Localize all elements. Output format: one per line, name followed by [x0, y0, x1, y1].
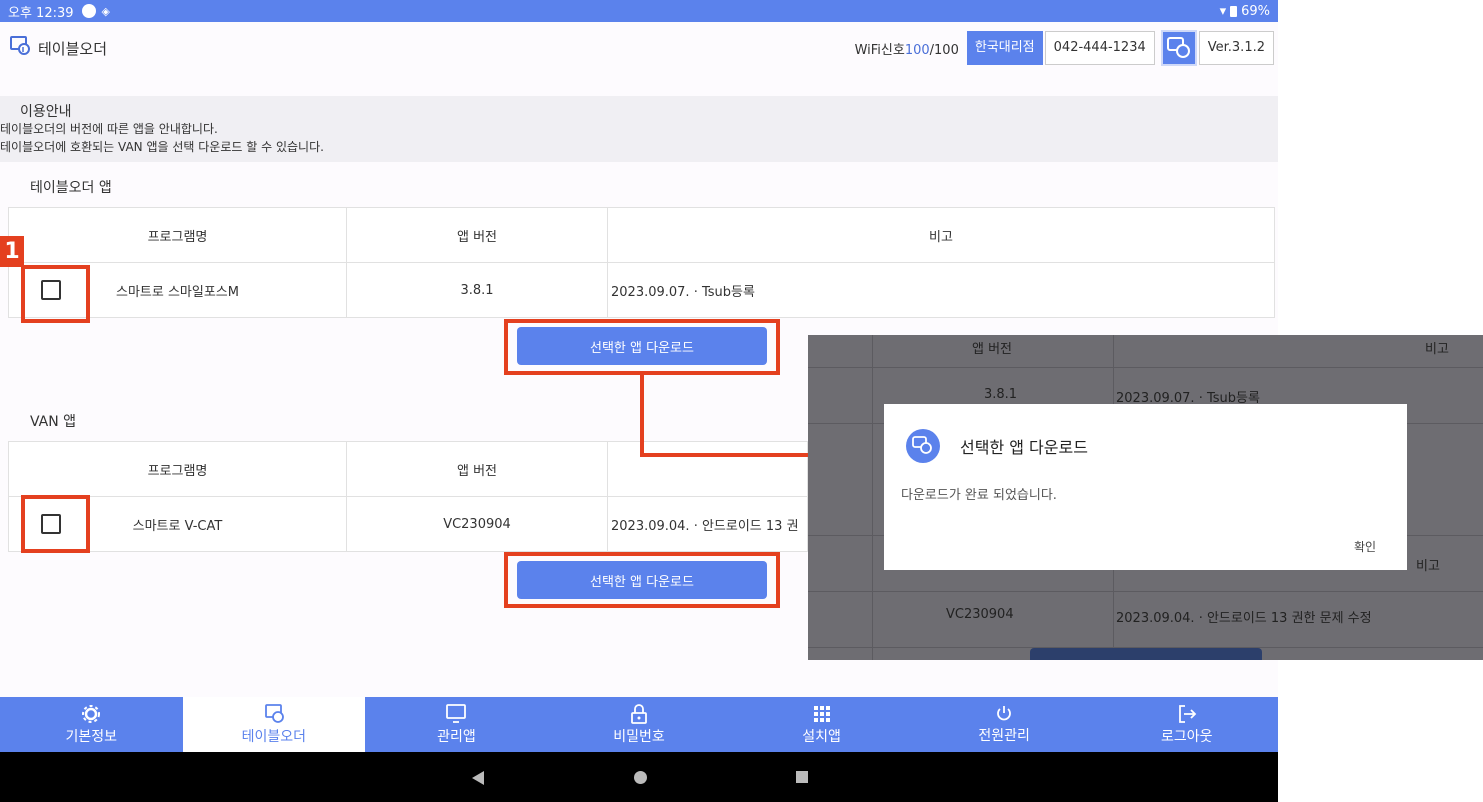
wifi-signal: WiFi신호100/100	[847, 39, 967, 58]
recents-icon[interactable]	[796, 771, 808, 783]
wifi-label: WiFi신호	[854, 42, 905, 58]
bottom-navigation: 기본정보 테이블오더 관리앱 비밀번호 설치앱 전원관리 로그아웃	[0, 697, 1278, 752]
nav-item-basic-info[interactable]: 기본정보	[0, 697, 183, 752]
nav-label: 테이블오더	[241, 728, 307, 745]
app-version: VC230904	[346, 496, 608, 552]
back-icon[interactable]	[472, 771, 484, 785]
dialog-title: 선택한 앱 다운로드	[960, 438, 1088, 457]
download-complete-dialog: 선택한 앱 다운로드 다운로드가 완료 되었습니다. 확인	[884, 404, 1407, 570]
bg-download-button	[1030, 648, 1262, 660]
notice-line: 테이블오더에 호환되는 VAN 앱을 선택 다운로드 할 수 있습니다.	[0, 140, 324, 154]
bg-row-note: 2023.09.04. · 안드로이드 13 권한 문제 수정	[1116, 611, 1372, 626]
notice-heading: 이용안내	[20, 104, 72, 120]
monitor-icon	[446, 703, 467, 723]
record-icon	[81, 4, 96, 18]
page-title-text: 테이블오더	[38, 39, 108, 58]
wifi-max: /100	[929, 42, 959, 58]
bg-header-version: 앱 버전	[972, 342, 1013, 357]
bg-row-version: VC230904	[946, 607, 1014, 622]
app-bar: 테이블오더 WiFi신호100/100 한국대리점 042-444-1234 V…	[0, 22, 1278, 74]
column-header: 비고	[607, 207, 1275, 263]
nav-label: 비밀번호	[613, 728, 665, 745]
status-bar: 오후 12:39 ◈ ▾ 69%	[0, 0, 1278, 22]
nav-item-password[interactable]: 비밀번호	[548, 697, 731, 752]
nav-label: 전원관리	[978, 727, 1030, 744]
tableorder-app-table: 프로그램명 앱 버전 비고 스마트로 스마일포스M 3.8.1 2023.09.…	[8, 207, 1275, 318]
app-note: 2023.09.04. · 안드로이드 13 권	[607, 496, 808, 552]
nav-item-table-order[interactable]: 테이블오더	[182, 697, 366, 752]
nav-item-installed-apps[interactable]: 설치앱	[730, 697, 913, 752]
home-icon[interactable]	[634, 771, 647, 784]
dialog-message: 다운로드가 완료 되었습니다.	[901, 488, 1057, 503]
highlight-checkbox-1	[21, 265, 90, 323]
logout-icon	[1178, 704, 1197, 723]
program-name: 스마트로 V-CAT	[132, 518, 223, 534]
wifi-value: 100	[904, 42, 930, 58]
usage-notice: 이용안내 테이블오더의 버전에 따른 앱을 안내합니다. 테이블오더에 호환되는…	[0, 96, 1278, 162]
van-app-table: 프로그램명 앱 버전 스마트로 V-CAT VC230904 2023.09.0…	[8, 441, 808, 552]
lock-icon	[631, 703, 647, 724]
agency-badge: 한국대리점	[966, 31, 1043, 65]
table-header-row: 프로그램명 앱 버전	[8, 441, 808, 497]
bg-header-note: 비고	[1425, 342, 1449, 357]
power-icon	[997, 705, 1012, 720]
table-row: 스마트로 스마일포스M 3.8.1 2023.09.07. · Tsub등록	[8, 262, 1275, 318]
cast-icon: ◈	[101, 4, 110, 18]
table-row: 스마트로 V-CAT VC230904 2023.09.04. · 안드로이드 …	[8, 496, 808, 552]
nav-item-logout[interactable]: 로그아웃	[1095, 697, 1278, 752]
wifi-icon: ▾	[1219, 3, 1227, 19]
version-label: Ver.3.1.2	[1198, 31, 1274, 65]
column-header: 앱 버전	[346, 207, 608, 263]
tablet-touch-icon	[264, 703, 284, 723]
page-title: 테이블오더	[10, 36, 107, 60]
program-name: 스마트로 스마일포스M	[116, 284, 239, 300]
nav-label: 설치앱	[802, 728, 841, 745]
step-marker: 1	[0, 236, 24, 267]
phone-number: 042-444-1234	[1044, 31, 1155, 65]
dialog-ok-button[interactable]: 확인	[1354, 538, 1376, 555]
gear-icon	[82, 704, 101, 723]
table-header-row: 프로그램명 앱 버전 비고	[8, 207, 1275, 263]
column-header: 프로그램명	[8, 441, 347, 497]
column-header: 앱 버전	[346, 441, 608, 497]
battery-level: 69%	[1241, 3, 1270, 19]
bg-header-note: 비고	[1416, 559, 1440, 574]
bg-row-version: 3.8.1	[984, 387, 1018, 402]
tablet-touch-icon	[10, 36, 32, 60]
section-title-van: VAN 앱	[30, 414, 77, 430]
column-header: 프로그램명	[8, 207, 347, 263]
notice-line: 테이블오더의 버전에 따른 앱을 안내합니다.	[0, 122, 218, 136]
grid-icon	[813, 705, 830, 722]
highlight-download-button-1	[504, 319, 780, 375]
dialog-preview: 앱 버전 비고 3.8.1 2023.09.07. · Tsub등록 비고 VC…	[808, 335, 1483, 660]
nav-item-power[interactable]: 전원관리	[913, 697, 1096, 752]
app-note: 2023.09.07. · Tsub등록	[607, 262, 1275, 318]
android-navigation-bar	[0, 752, 1278, 802]
column-header	[607, 441, 808, 497]
status-time: 오후 12:39	[8, 5, 74, 21]
app-version: 3.8.1	[346, 262, 608, 318]
nav-item-management-app[interactable]: 관리앱	[365, 697, 548, 752]
battery-icon	[1230, 5, 1238, 17]
section-title-tableorder: 테이블오더 앱	[30, 180, 112, 196]
highlight-checkbox-2	[21, 495, 90, 553]
tsub-icon[interactable]	[1160, 30, 1197, 66]
nav-label: 로그아웃	[1160, 728, 1213, 745]
nav-label: 관리앱	[437, 728, 476, 745]
tsub-icon	[906, 429, 940, 463]
highlight-download-button-2	[504, 552, 780, 608]
nav-label: 기본정보	[65, 728, 118, 745]
